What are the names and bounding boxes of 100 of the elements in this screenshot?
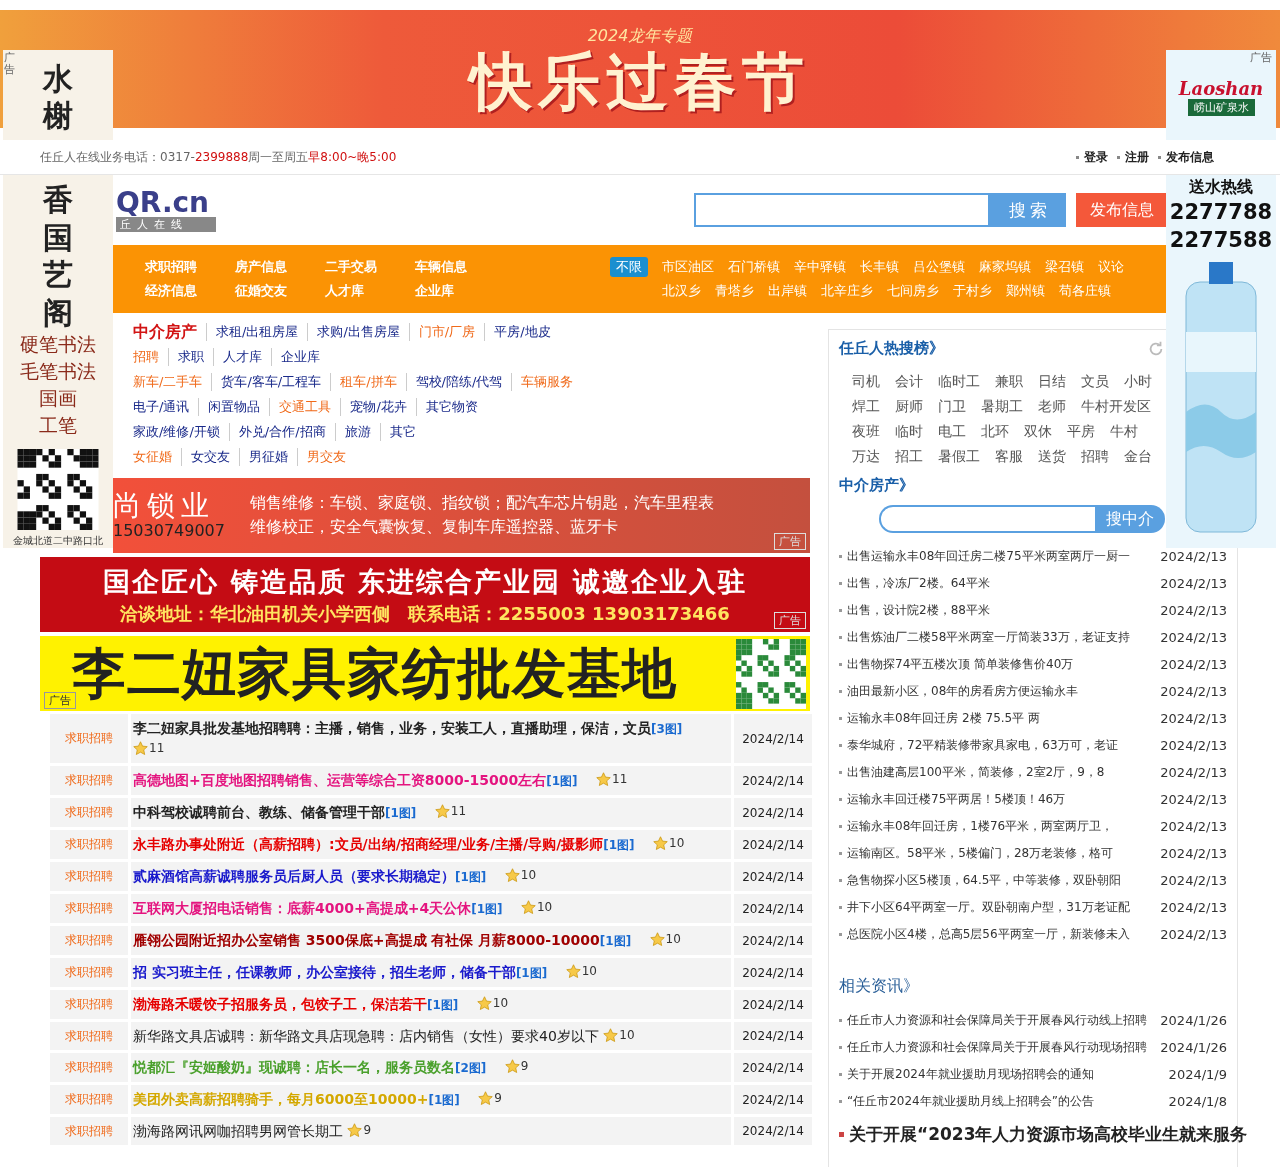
search-tag[interactable]: 招工 [895,447,923,466]
listing-link[interactable]: 出售，冷冻厂2楼。64平米 [847,575,990,592]
side-ad[interactable]: 广告 Laoshan 崂山矿泉水 [1166,50,1276,140]
category-link[interactable]: 旅游 [334,423,380,441]
listing-link[interactable]: 出售运输永丰08年回迁房二楼75平米两室两厅一厨一 [847,548,1130,565]
listing-link[interactable]: 井下小区64平两室一厅。双卧朝南户型，31万老证配 [847,899,1130,916]
bullet-icon [839,555,842,558]
search-tag[interactable]: 金台 [1124,447,1152,466]
bullet-icon [839,879,842,882]
search-tag[interactable]: 司机 [852,372,880,391]
search-tag[interactable]: 临时 [895,422,923,441]
search-tag[interactable]: 老师 [1038,397,1066,416]
search-tag[interactable]: 万达 [852,447,880,466]
search-tag[interactable]: 会计 [895,372,923,391]
listing-link[interactable]: 急售物探小区5楼顶，64.5平，中等装修，双卧朝阳 [847,872,1122,889]
bullet-icon [839,906,842,909]
ad-label: 广告 [774,612,806,629]
search-tag[interactable]: 门卫 [938,397,966,416]
job-title-link[interactable]: 招 实习班主任，任课教师，办公室接待，招生老师，储备干部 [133,964,516,980]
search-field[interactable] [879,505,1095,533]
search-tag[interactable]: 暑期工 [981,397,1023,416]
category-link[interactable]: 企业库 [271,348,329,366]
search-tag[interactable]: 文员 [1081,372,1109,391]
listing-link[interactable]: 运输永丰回迁楼75平两居！5楼顶！46万 [847,791,1066,808]
search-tag[interactable]: 北环 [981,422,1009,441]
category-link[interactable]: 男征婚 [239,448,297,466]
category-link[interactable]: 货车/客车/工程车 [211,373,331,391]
category-link[interactable]: 平房/地皮 [484,323,560,341]
category-link[interactable]: 驾校/陪练/代驾 [405,373,512,391]
job-title-link[interactable]: 李二妞家具批发基地招聘聘：主播，销售，业务，安装工人，直播助理，保洁，文员 [133,720,651,736]
search-tag[interactable]: 送货 [1038,447,1066,466]
search-tag[interactable]: 暑假工 [938,447,980,466]
top-link[interactable]: 登录 [1084,148,1108,166]
news-link[interactable]: “任丘市2024年就业援助月线上招聘会”的公告 [847,1093,1094,1110]
job-title-link[interactable]: 永丰路办事处附近（高薪招聘）:文员/出纳/招商经理/业务/主播/导购/摄影师 [133,836,604,852]
category-link[interactable]: 女交友 [181,448,239,466]
side-ad[interactable]: 香国艺阁 硬笔书法 毛笔书法 国画 工笔 金城北道二中路口北 [3,175,113,548]
category-link[interactable]: 中介房产 [133,323,206,341]
job-title-link[interactable]: 高德地图+百度地图招聘销售、运营等综合工资8000-15000左右 [133,772,547,788]
category-link[interactable]: 求租/出租房屋 [206,323,308,341]
listing-link[interactable]: 运输永丰08年回迁房 2楼 75.5平 两 [847,710,1041,727]
category-link[interactable]: 其它 [379,423,425,441]
listing-link[interactable]: 出售油建高层100平米，简装修，2室2厅，9，8 [847,764,1105,781]
search-tag[interactable]: 厨师 [895,397,923,416]
headline-link[interactable]: 关于开展“2023年人力资源市场高校毕业生就来服务 [849,1123,1248,1146]
area-filter[interactable]: 不限 [610,257,648,277]
brand-name: 崂山矿泉水 [1187,99,1255,116]
side-ad[interactable]: 送水热线 2277788 2277588 [1166,175,1276,548]
category-link[interactable]: 宠物/花卉 [340,398,416,416]
star-icon [133,741,148,756]
refresh-icon[interactable] [1147,340,1165,358]
side-ad[interactable]: 广告 水榭 [3,50,113,140]
listing-link[interactable]: 出售物探74平五楼次顶 简单装修售价40万 [847,656,1074,673]
job-title-link[interactable]: 渤海路禾暖饺子招服务员，包饺子工，保洁若干 [133,996,427,1012]
listing-link[interactable]: 总医院小区4楼，总高5层56平两室一厅，新装修未入 [847,926,1130,943]
category-link[interactable]: 求购/出售房屋 [307,323,409,341]
listing-link[interactable]: 运输南区。58平米，5楼偏门，28万老装修，格可 [847,845,1114,862]
search-tag[interactable]: 双休 [1024,422,1052,441]
top-link[interactable]: 注册 [1125,148,1149,166]
search-tag[interactable]: 招聘 [1081,447,1109,466]
search-tag[interactable]: 临时工 [938,372,980,391]
job-title-link[interactable]: 中科驾校诚聘前台、教练、储备管理干部 [133,804,385,820]
news-link[interactable]: 任丘市人力资源和社会保障局关于开展春风行动线上招聘 [847,1012,1147,1029]
category-link[interactable]: 人才库 [213,348,271,366]
listing-link[interactable]: 运输永丰08年回迁房，1楼76平米，两室两厅卫， [847,818,1114,835]
listing-link[interactable]: 油田最新小区，08年的房看房方便运输永丰 [847,683,1079,700]
category-link[interactable]: 闲置物品 [198,398,270,416]
job-title-link[interactable]: 雁翎公园附近招办公室销售 3500保底+高提成 有社保 月薪8000-10000 [133,932,600,948]
listing-link[interactable]: 泰华城府，72平精装修带家具家电，63万可，老证 [847,737,1118,754]
job-title-link[interactable]: 互联网大厦招电话销售：底薪4000+高提成+4天公休 [133,900,472,916]
park-ad[interactable]: 国企匠心 铸造品质 东进综合产业园 诚邀企业入驻 洽谈地址：华北油田机关小学西侧 联系电话：2255003 13903173466 广告 [40,557,810,632]
search-tag[interactable]: 夜班 [852,422,880,441]
listing-date: 2024/2/13 [1160,684,1227,699]
job-title-link[interactable]: 新华路文具店诚聘：新华路文具店现急聘：店内销售（女性）要求40岁以下 [133,1028,599,1044]
category-link[interactable]: 其它物资 [415,398,487,416]
listing-link[interactable]: 出售炼油厂二楼58平米两室一厅简装33万，老证支持 [847,629,1130,646]
search-tag[interactable]: 小时 [1124,372,1152,391]
lock-ad[interactable]: 尚锁业 15030749007 销售维修：车锁、家庭锁、指纹锁；配汽车芯片钥匙，汽车里程表 维修校正，安全气囊恢复、复制车库遥控器、蓝牙卡 广告 [113,478,810,553]
news-link[interactable]: 任丘市人力资源和社会保障局关于开展春风行动现场招聘 [847,1039,1147,1056]
listing-link[interactable]: 出售，设计院2楼，88平米 [847,602,990,619]
search-tag[interactable]: 日结 [1038,372,1066,391]
job-title-link[interactable]: 渤海路网讯网咖招聘男网管长期工 [133,1123,343,1139]
category-link[interactable]: 电子/通讯 [133,398,199,416]
category-link[interactable]: 家政/维修/开锁 [133,423,229,441]
logo-text[interactable]: QR.cn [116,188,694,217]
news-link[interactable]: 关于开展2024年就业援助月现场招聘会的通知 [847,1066,1094,1083]
search-tag[interactable]: 平房 [1067,422,1095,441]
search-tag[interactable]: 电工 [938,422,966,441]
category-link[interactable]: 外兑/合作/招商 [228,423,335,441]
bullet-icon [839,933,842,936]
ad-text: 维修校正，安全气囊恢复、复制车库遥控器、蓝牙卡 [250,517,619,538]
category-link[interactable]: 求职 [168,348,213,366]
search-tag[interactable]: 兼职 [995,372,1023,391]
search-tag[interactable]: 牛村 [1110,422,1138,441]
search-tag[interactable]: 牛村开发区 [1081,397,1151,416]
search-tag[interactable]: 客服 [995,447,1023,466]
top-link[interactable]: 发布信息 [1166,148,1214,166]
search-tag[interactable]: 焊工 [852,397,880,416]
job-title-link[interactable]: 贰麻酒馆高薪诚聘服务员后厨人员（要求长期稳定） [133,868,455,884]
search-field[interactable] [694,193,990,227]
